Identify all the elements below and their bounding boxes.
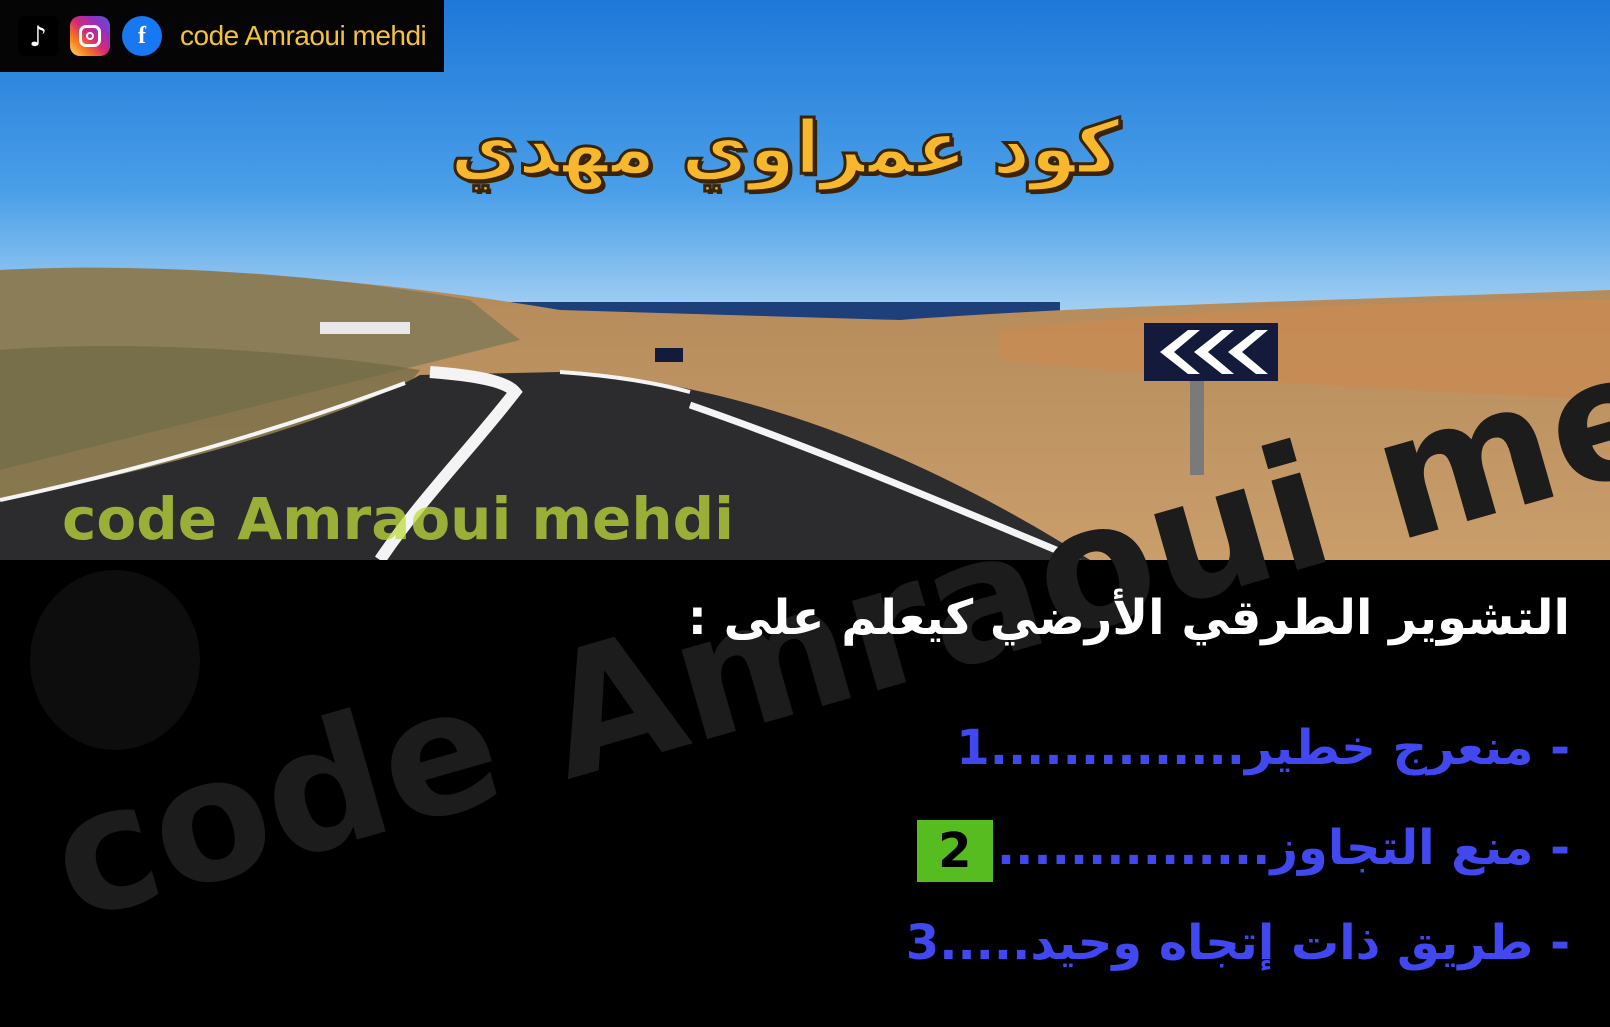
- social-bar: ♪ f code Amraoui mehdi: [0, 0, 444, 72]
- answer-option-3: - طريق ذات إتجاه وحيد.....3: [906, 915, 1570, 971]
- video-title: كود عمراوي مهدي: [449, 104, 1122, 193]
- answer-text: - منع التجاوز: [1270, 820, 1570, 876]
- answer-dots: ..............: [989, 720, 1245, 776]
- question-text: التشوير الطرقي الأرضي كيعلم على :: [687, 590, 1570, 646]
- answer-text: - طريق ذات إتجاه وحيد: [1030, 915, 1570, 971]
- answer-dots: ...............: [996, 820, 1271, 876]
- answer-dots: .....: [939, 915, 1031, 971]
- facebook-icon[interactable]: f: [122, 16, 162, 56]
- answer-text: - منعرج خطير: [1244, 720, 1570, 776]
- tiktok-icon[interactable]: ♪: [18, 16, 58, 56]
- answer-number: 1: [956, 720, 990, 776]
- correct-answer-badge: 2: [916, 820, 993, 882]
- scene-watermark: code Amraoui mehdi: [62, 485, 735, 553]
- answer-number: 3: [905, 915, 940, 971]
- faded-logo: [30, 570, 200, 750]
- social-handle: code Amraoui mehdi: [180, 20, 427, 51]
- answer-option-1: - منعرج خطير..............1: [956, 720, 1570, 776]
- answer-option-2: - منع التجاوز...............2: [916, 820, 1570, 882]
- instagram-icon[interactable]: [70, 16, 110, 56]
